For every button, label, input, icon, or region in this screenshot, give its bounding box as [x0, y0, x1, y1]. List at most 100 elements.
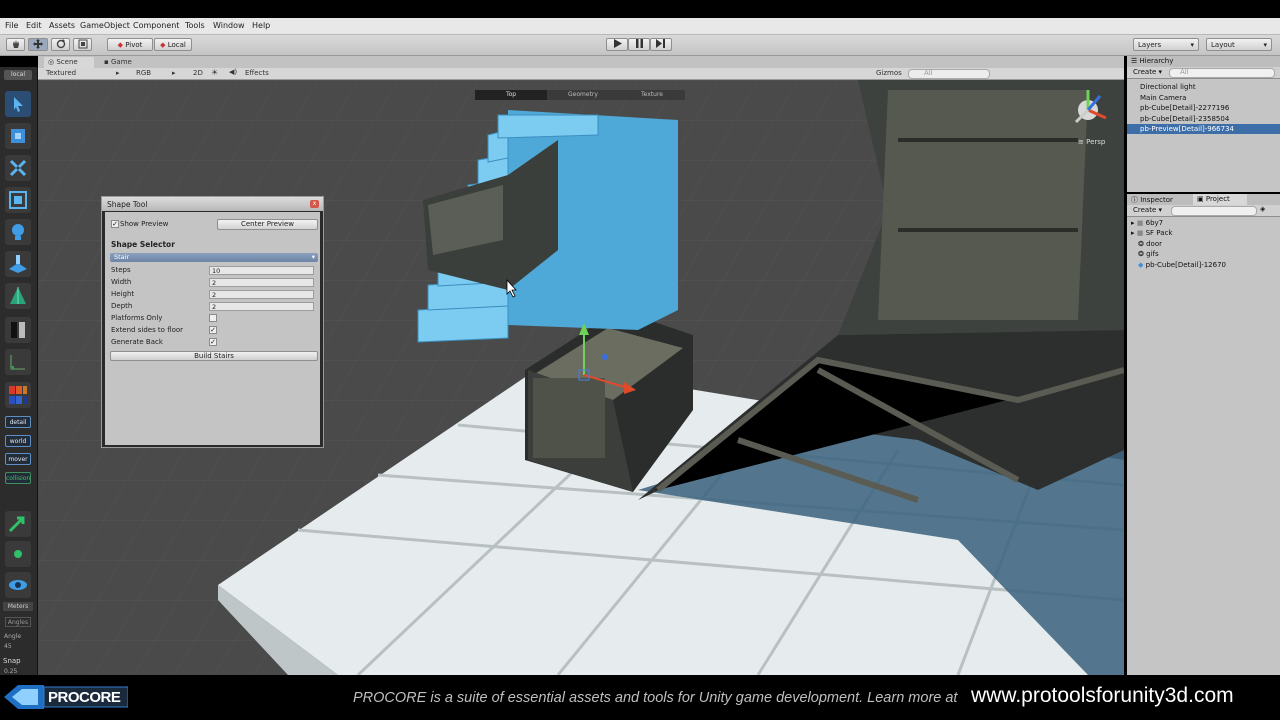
hierarchy-item[interactable]: Main Camera: [1140, 94, 1186, 102]
play-icon: [613, 39, 622, 48]
project-item[interactable]: ❂ gifs: [1138, 250, 1159, 258]
local-mode-toggle[interactable]: local: [4, 70, 32, 80]
eye-icon: [9, 580, 27, 590]
pivot-toggle[interactable]: ◆ Pivot: [107, 38, 153, 51]
steps-input[interactable]: 10: [209, 266, 314, 275]
show-preview-checkbox[interactable]: ✓: [111, 220, 119, 228]
color-mode-dropdown[interactable]: RGB: [136, 69, 151, 77]
step-button[interactable]: [650, 38, 672, 51]
local-toggle[interactable]: ◆ Local: [154, 38, 192, 51]
snap-tool-button[interactable]: [5, 511, 31, 537]
palette-icon: [9, 386, 27, 404]
project-item-label: SF Pack: [1145, 229, 1173, 237]
hand-tool-button[interactable]: [6, 38, 25, 51]
tab-geometry[interactable]: Geometry: [547, 90, 619, 100]
procore-logo: PROCORE: [4, 683, 129, 711]
layout-dropdown[interactable]: Layout ▾: [1206, 38, 1272, 51]
logo-text: PROCORE: [48, 689, 121, 706]
play-button[interactable]: [606, 38, 628, 51]
pause-button[interactable]: [628, 38, 650, 51]
menu-edit[interactable]: Edit: [26, 21, 42, 30]
tab-inspector[interactable]: ⓘ Inspector: [1131, 195, 1173, 205]
mode-2d-toggle[interactable]: 2D: [193, 69, 203, 77]
angles-toggle[interactable]: Angles: [5, 617, 31, 627]
mover-toggle[interactable]: mover: [5, 453, 31, 465]
scene-search-input[interactable]: All: [908, 69, 990, 79]
project-item[interactable]: ◆ pb-Cube[Detail]-12670: [1138, 261, 1226, 269]
tab-game[interactable]: ▪ Game: [104, 57, 132, 68]
project-toolbar: Create ▾ ◈: [1127, 205, 1280, 217]
persp-label[interactable]: ≡ Persp: [1078, 138, 1105, 146]
uv-tool-button[interactable]: [5, 283, 31, 309]
tab-scene[interactable]: ◎ Scene: [44, 57, 94, 68]
project-item[interactable]: ▸ ■ 6by7: [1131, 219, 1163, 227]
generate-back-checkbox[interactable]: ✓: [209, 338, 217, 346]
dot-icon: [14, 550, 22, 558]
audio-icon[interactable]: ◀): [229, 68, 237, 76]
menu-assets[interactable]: Assets: [49, 21, 75, 30]
platforms-only-checkbox[interactable]: [209, 314, 217, 322]
texture-tool-button[interactable]: [5, 251, 31, 277]
scale-tool-button[interactable]: [73, 38, 92, 51]
build-stairs-button[interactable]: Build Stairs: [110, 351, 318, 361]
layers-dropdown[interactable]: Layers ▾: [1133, 38, 1199, 51]
detail-toggle[interactable]: detail: [5, 416, 31, 428]
collision-toggle[interactable]: collision: [5, 472, 31, 484]
menu-window[interactable]: Window: [213, 21, 245, 30]
project-search-input[interactable]: [1171, 206, 1257, 216]
sun-icon[interactable]: ☀: [211, 68, 218, 77]
material-tool-button[interactable]: [5, 382, 31, 408]
menu-component[interactable]: Component: [133, 21, 179, 30]
select-tool-button[interactable]: [5, 91, 31, 117]
shape-tool-titlebar[interactable]: Shape Tool x: [102, 197, 323, 211]
object-tool-button[interactable]: [5, 123, 31, 149]
gizmos-dropdown[interactable]: Gizmos: [876, 69, 902, 77]
tab-top[interactable]: Top: [475, 90, 547, 100]
vertex-tool-button[interactable]: [5, 155, 31, 181]
close-icon[interactable]: x: [310, 200, 319, 208]
menu-tools[interactable]: Tools: [185, 21, 205, 30]
menu-gameobject[interactable]: GameObject: [80, 21, 130, 30]
hierarchy-tab[interactable]: ☰ Hierarchy: [1131, 57, 1173, 65]
menu-file[interactable]: File: [5, 21, 18, 30]
tab-texture[interactable]: Texture: [619, 90, 685, 100]
step-icon: [656, 39, 665, 48]
angle-value: 45: [4, 643, 12, 650]
project-item[interactable]: ▸ ■ SF Pack: [1131, 229, 1172, 237]
banner-url[interactable]: www.protoolsforunity3d.com: [971, 684, 1234, 708]
project-create-dropdown[interactable]: Create ▾: [1133, 206, 1162, 214]
menu-help[interactable]: Help: [252, 21, 270, 30]
flip-tool-button[interactable]: [5, 317, 31, 343]
meters-dropdown[interactable]: Meters: [3, 602, 33, 611]
height-input[interactable]: 2: [209, 290, 314, 299]
light-tool-button[interactable]: [5, 219, 31, 245]
expand-icon: [9, 159, 27, 177]
rotate-tool-button[interactable]: [51, 38, 70, 51]
center-preview-button[interactable]: Center Preview: [217, 219, 318, 230]
menu-bar: File Edit Assets GameObject Component To…: [0, 18, 1280, 35]
face-tool-button[interactable]: [5, 187, 31, 213]
extend-sides-checkbox[interactable]: ✓: [209, 326, 217, 334]
tag-icon[interactable]: ◈: [1260, 205, 1265, 213]
shape-selector-heading: Shape Selector: [111, 240, 175, 249]
hierarchy-search-input[interactable]: All: [1169, 68, 1275, 78]
shape-dropdown[interactable]: Stair ▾: [110, 253, 318, 262]
render-mode-dropdown[interactable]: Textured: [46, 69, 76, 77]
depth-input[interactable]: 2: [209, 302, 314, 311]
hierarchy-item[interactable]: pb-Cube[Detail]-2277196: [1140, 104, 1229, 112]
shape-dropdown-value: Stair: [114, 253, 130, 261]
hierarchy-item[interactable]: Directional light: [1140, 83, 1196, 91]
shape-tool-window: Shape Tool x ✓ Show Preview Center Previ…: [101, 196, 324, 448]
tab-project[interactable]: ▣ Project: [1193, 194, 1247, 205]
width-input[interactable]: 2: [209, 278, 314, 287]
hierarchy-create-dropdown[interactable]: Create ▾: [1133, 68, 1162, 76]
move-tool-button[interactable]: [28, 38, 48, 51]
effects-dropdown[interactable]: Effects: [245, 69, 269, 77]
pivot-point-button[interactable]: [5, 541, 31, 567]
project-item[interactable]: ❂ door: [1138, 240, 1162, 248]
hierarchy-item[interactable]: pb-Cube[Detail]-2358504: [1140, 115, 1229, 123]
visibility-button[interactable]: [5, 572, 31, 598]
grid-tool-button[interactable]: [5, 349, 31, 375]
world-toggle[interactable]: world: [5, 435, 31, 447]
hierarchy-item-selected[interactable]: pb-Preview[Detail]-966734: [1127, 124, 1280, 134]
